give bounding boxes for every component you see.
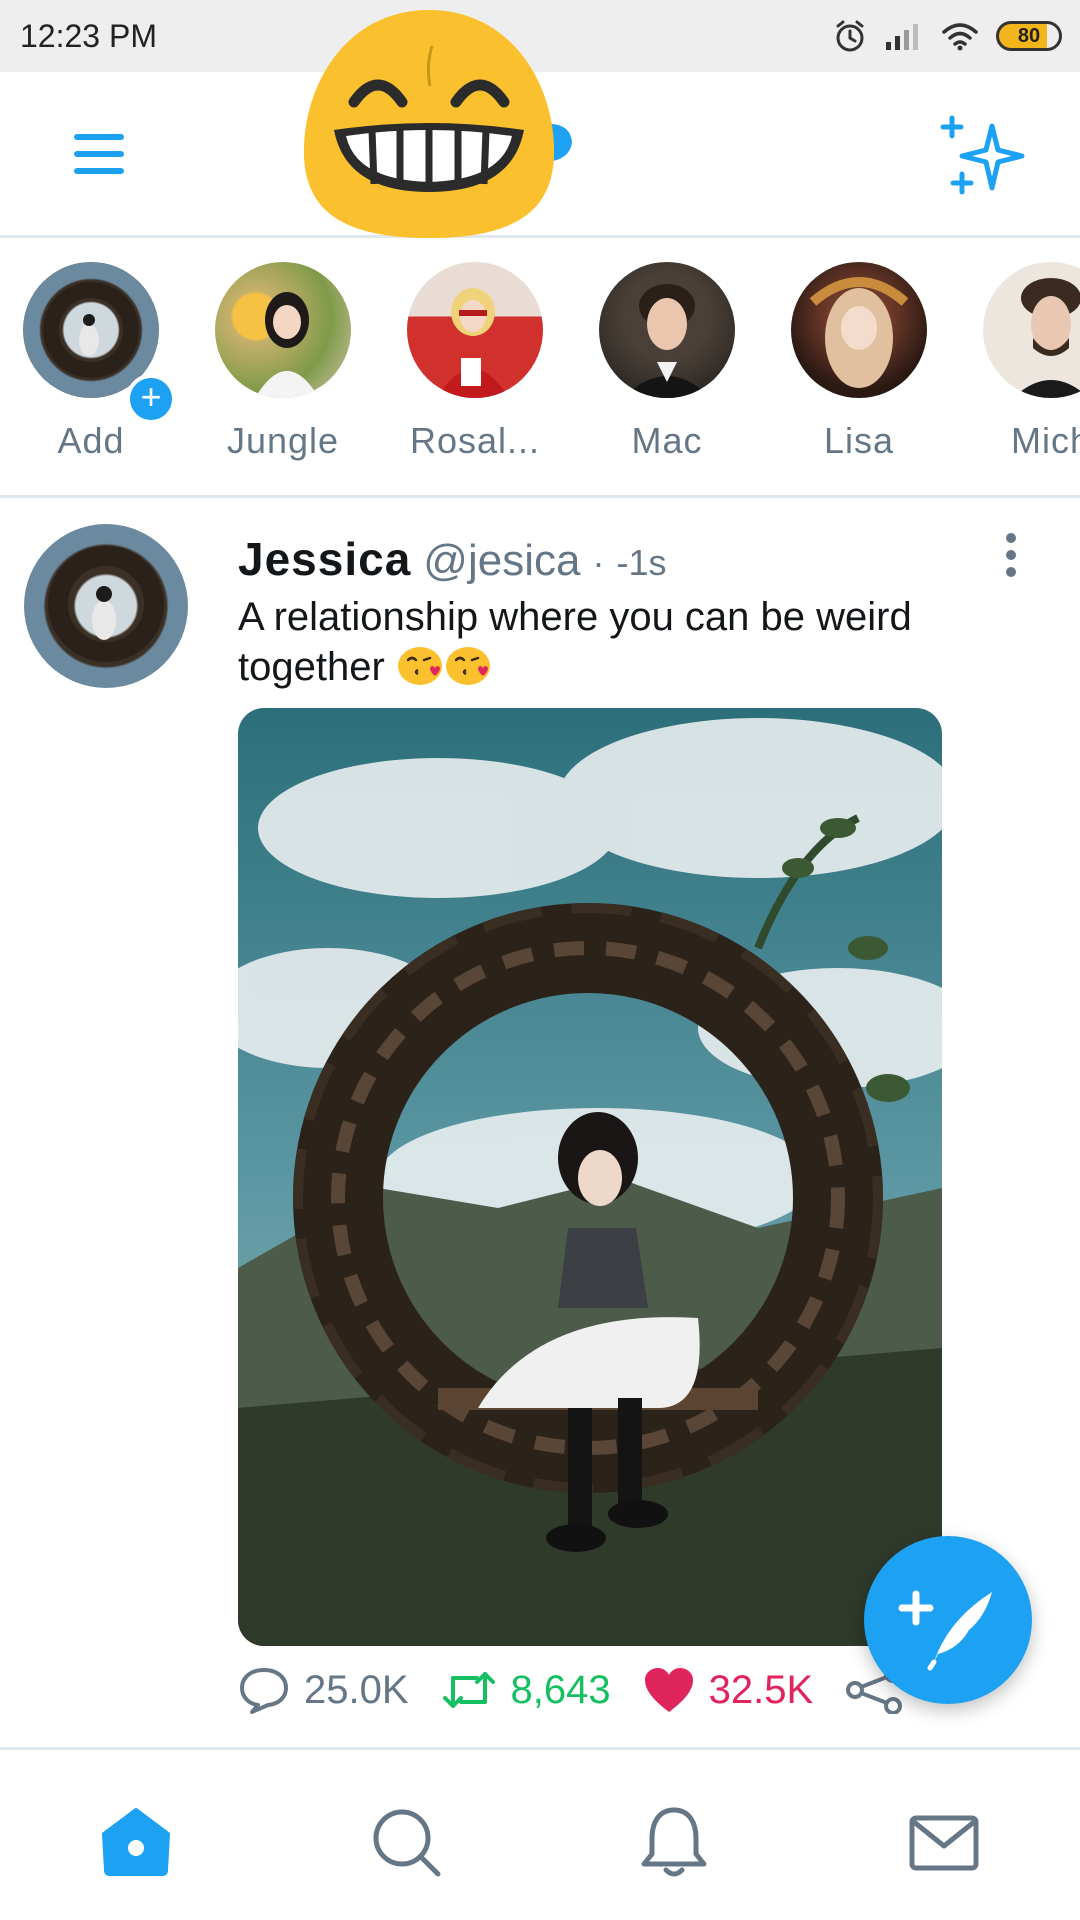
story-label: Lisa xyxy=(823,420,895,461)
avatar-photo xyxy=(48,546,164,662)
retweet-button[interactable]: 8,643 xyxy=(441,1668,611,1713)
story-item[interactable]: Jungle xyxy=(208,262,358,462)
alarm-icon xyxy=(836,20,864,52)
story-photo xyxy=(809,277,909,388)
tweet-photo[interactable] xyxy=(238,708,942,1646)
heart-icon xyxy=(644,1668,693,1712)
sparkle-icon[interactable] xyxy=(938,112,1030,202)
search-icon[interactable] xyxy=(366,1802,446,1882)
menu-icon[interactable] xyxy=(64,126,134,182)
author-name[interactable]: Jessica xyxy=(238,532,411,586)
home-icon[interactable] xyxy=(96,1802,176,1882)
reply-count: 25.0K xyxy=(304,1667,409,1712)
story-label: Mich xyxy=(1010,420,1080,461)
story-item[interactable]: Mich xyxy=(976,262,1080,462)
notifications-icon[interactable] xyxy=(634,1802,714,1882)
avatar[interactable] xyxy=(215,262,351,398)
add-story-badge[interactable]: + xyxy=(126,374,176,424)
signal-icon xyxy=(886,24,918,50)
tweet-header: Jessica @jesica · -1s xyxy=(238,532,666,586)
status-time: 12:23 PM xyxy=(20,18,157,54)
battery-icon: 80 xyxy=(996,21,1062,51)
grinning-emoji-logo xyxy=(303,10,555,238)
app-header xyxy=(0,10,1080,238)
status-icons: 80 xyxy=(832,14,1062,58)
author-handle[interactable]: @jesica xyxy=(423,536,580,586)
compose-tweet-button[interactable] xyxy=(864,1536,1032,1704)
story-item[interactable]: Rosal... xyxy=(400,262,550,462)
kissing-face-heart-icon xyxy=(445,647,490,685)
tweet-timestamp: -1s xyxy=(616,542,667,583)
messages-icon[interactable] xyxy=(904,1802,984,1882)
tweet-text: A relationship where you can be weird to… xyxy=(238,592,958,692)
story-item[interactable]: Mac xyxy=(592,262,742,462)
retweet-icon xyxy=(442,1672,495,1708)
tweet-body: A relationship where you can be weird to… xyxy=(238,595,912,689)
photo-content xyxy=(238,708,942,1646)
story-photo xyxy=(623,284,711,398)
avatar[interactable] xyxy=(599,262,735,398)
avatar[interactable] xyxy=(983,262,1080,398)
like-count: 32.5K xyxy=(708,1667,814,1712)
story-label: Mac xyxy=(631,420,703,461)
story-photo xyxy=(1013,278,1080,398)
story-add[interactable]: + Add xyxy=(16,262,176,462)
story-photo xyxy=(437,288,509,398)
story-item[interactable]: Lisa xyxy=(784,262,934,462)
reply-button[interactable]: 25.0K xyxy=(238,1666,409,1714)
avatar[interactable] xyxy=(791,262,927,398)
avatar[interactable] xyxy=(24,524,188,688)
story-photo xyxy=(255,292,319,398)
reply-icon xyxy=(240,1668,288,1714)
story-label: Rosal... xyxy=(409,420,541,461)
retweet-count: 8,643 xyxy=(510,1667,611,1712)
stories-row: + Add Jungle Rosal... Mac Lisa Mic xyxy=(0,240,1080,498)
tweet-actions: 25.0K 8,643 32.5K xyxy=(238,1660,938,1720)
kissing-face-heart-icon xyxy=(397,647,442,685)
story-label: Add xyxy=(57,420,125,461)
story-label: Jungle xyxy=(226,420,340,461)
time-separator: · xyxy=(592,542,605,583)
more-options-icon[interactable] xyxy=(996,530,1026,580)
compose-feather-icon xyxy=(898,1590,992,1671)
like-button[interactable]: 32.5K xyxy=(643,1666,814,1714)
wifi-icon xyxy=(942,23,978,51)
avatar[interactable] xyxy=(407,262,543,398)
battery-level: 80 xyxy=(1017,24,1041,47)
bottom-nav xyxy=(0,1752,1080,1920)
